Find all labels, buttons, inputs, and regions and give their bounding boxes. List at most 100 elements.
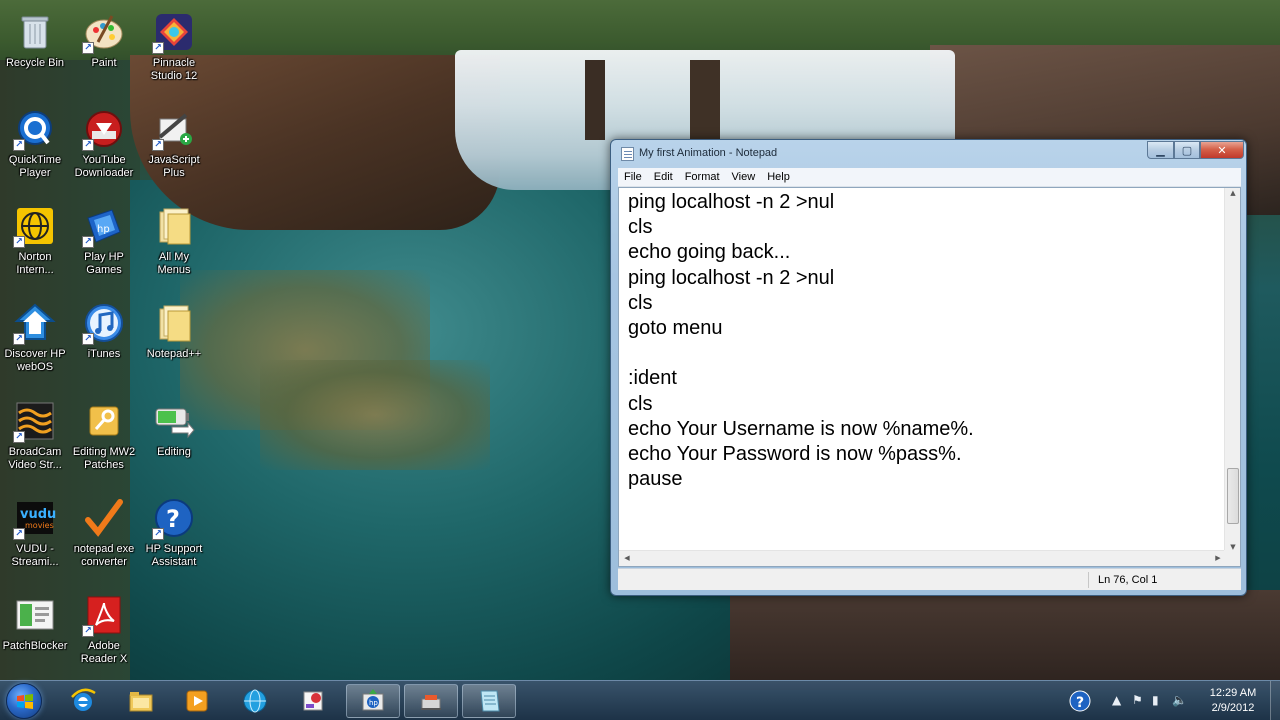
taskbar-hp-app[interactable]: hp xyxy=(346,684,400,718)
desktop-icon-paint[interactable]: ↗ Paint xyxy=(64,4,144,94)
minimize-button[interactable]: ▁ xyxy=(1147,141,1174,159)
internet-explorer-icon xyxy=(71,688,96,711)
taskbar: hp ? ▲ ⚑ ▮ 🔈 12:29 AM 2/9/2012 xyxy=(0,680,1280,720)
taskbar-windows-explorer[interactable] xyxy=(114,684,168,718)
desktop-icon-label: YouTube Downloader xyxy=(74,154,134,179)
notepad-window[interactable]: My first Animation - Notepad ▁ ▢ ✕ File … xyxy=(610,139,1247,596)
clock-time: 12:29 AM xyxy=(1209,687,1257,699)
minimize-icon: ▁ xyxy=(1156,143,1165,157)
desktop-icon-notepad-exe-converter[interactable]: notepad exe converter xyxy=(64,490,144,580)
svg-text:vudu: vudu xyxy=(20,507,56,522)
desktop-icon-label: HP Support Assistant xyxy=(145,543,203,568)
desktop-icon-javascript-plus[interactable]: ↗ JavaScript Plus xyxy=(134,101,214,191)
desktop-icon-label: iTunes xyxy=(87,348,121,360)
folder-icon xyxy=(152,301,196,345)
hp-icon: hp xyxy=(362,689,384,711)
desktop-icon-editing[interactable]: Editing xyxy=(134,393,214,483)
menu-bar: File Edit Format View Help xyxy=(618,168,1241,187)
itunes-icon: ↗ xyxy=(82,301,126,345)
recycle-bin-icon xyxy=(13,10,57,54)
desktop-icon-label: Play HP Games xyxy=(84,251,124,276)
desktop-icon-label: Notepad++ xyxy=(146,348,202,360)
editor-text[interactable]: ping localhost -n 2 >nul cls echo going … xyxy=(619,188,1226,552)
desktop-icon-pinnacle-studio[interactable]: ↗ Pinnacle Studio 12 xyxy=(134,4,214,94)
show-hidden-icons-icon[interactable]: ▲ xyxy=(1112,693,1121,707)
tools-icon xyxy=(421,695,441,710)
svg-text:hp: hp xyxy=(369,699,378,707)
taskbar-globe-app[interactable] xyxy=(228,684,282,718)
desktop-icon-label: Editing xyxy=(157,446,191,458)
desktop-icon-play-hp-games[interactable]: hp ↗ Play HP Games xyxy=(64,198,144,288)
maximize-icon: ▢ xyxy=(1181,143,1193,157)
desktop-icon-hp-support-assistant[interactable]: ? ↗ HP Support Assistant xyxy=(134,490,214,580)
key-icon xyxy=(82,399,126,443)
hp-webos-icon: ↗ xyxy=(13,301,57,345)
cursor-position: Ln 76, Col 1 xyxy=(1098,574,1158,586)
status-bar: Ln 76, Col 1 xyxy=(618,568,1241,590)
desktop-icon-adobe-reader[interactable]: ↗ Adobe Reader X xyxy=(64,587,144,677)
battery-icon xyxy=(152,399,196,443)
close-icon: ✕ xyxy=(1217,143,1227,157)
desktop-icon-label: Adobe Reader X xyxy=(80,640,128,665)
desktop-icon-label: notepad exe converter xyxy=(73,543,135,568)
checkmark-icon xyxy=(82,496,126,540)
help-icon: ? ↗ xyxy=(152,496,196,540)
horizontal-scrollbar[interactable]: ◀ ▶ xyxy=(619,550,1226,566)
desktop-icon-youtube-downloader[interactable]: ↗ YouTube Downloader xyxy=(64,101,144,191)
desktop-icon-notepad-plus-plus[interactable]: Notepad++ xyxy=(134,295,214,385)
menu-format[interactable]: Format xyxy=(679,171,726,183)
paint-icon: ↗ xyxy=(82,10,126,54)
help-icon[interactable]: ? xyxy=(1068,688,1094,714)
paint-icon xyxy=(303,691,323,711)
desktop-icon-itunes[interactable]: ↗ iTunes xyxy=(64,295,144,385)
start-button[interactable] xyxy=(6,683,42,719)
svg-text:movies: movies xyxy=(25,521,54,530)
desktop-icon-editing-mw2-patches[interactable]: Editing MW2 Patches xyxy=(64,393,144,483)
javascript-plus-icon: ↗ xyxy=(152,107,196,151)
close-button[interactable]: ✕ xyxy=(1200,141,1244,159)
volume-icon[interactable]: 🔈 xyxy=(1172,693,1187,707)
youtube-downloader-icon: ↗ xyxy=(82,107,126,151)
taskbar-media-player[interactable] xyxy=(170,684,224,718)
menu-help[interactable]: Help xyxy=(761,171,796,183)
menu-edit[interactable]: Edit xyxy=(648,171,679,183)
action-center-icon[interactable]: ⚑ xyxy=(1132,693,1143,707)
media-player-icon xyxy=(186,690,208,712)
window-title: My first Animation - Notepad xyxy=(639,147,778,159)
adobe-reader-icon: ↗ xyxy=(82,593,126,637)
svg-text:?: ? xyxy=(1076,695,1084,711)
taskbar-tools-app[interactable] xyxy=(404,684,458,718)
text-editor-area[interactable]: ping localhost -n 2 >nul cls echo going … xyxy=(618,187,1241,567)
globe-icon xyxy=(243,689,267,713)
pinnacle-studio-icon: ↗ xyxy=(152,10,196,54)
folder-icon xyxy=(129,692,153,712)
notepad-titlebar[interactable]: My first Animation - Notepad ▁ ▢ ✕ xyxy=(611,140,1246,168)
scrollbar-corner xyxy=(1224,550,1240,566)
maximize-button[interactable]: ▢ xyxy=(1174,141,1200,159)
clock-date: 2/9/2012 xyxy=(1211,702,1255,714)
desktop-icon-label: JavaScript Plus xyxy=(148,154,200,179)
desktop-icon-all-my-menus[interactable]: All My Menus xyxy=(134,198,214,288)
vertical-scroll-thumb[interactable] xyxy=(1227,468,1239,524)
notepad-icon xyxy=(480,690,500,712)
broadcam-icon: ↗ xyxy=(13,399,57,443)
notepad-icon[interactable] xyxy=(621,147,634,161)
status-separator xyxy=(1088,572,1089,588)
show-desktop-button[interactable] xyxy=(1270,681,1280,720)
menu-file[interactable]: File xyxy=(618,171,648,183)
folder-icon xyxy=(152,204,196,248)
menu-view[interactable]: View xyxy=(726,171,762,183)
vertical-scrollbar[interactable]: ▲ ▼ xyxy=(1224,188,1240,552)
norton-icon: ↗ xyxy=(13,204,57,248)
taskbar-internet-explorer[interactable] xyxy=(56,684,110,718)
taskbar-paint-app[interactable] xyxy=(286,684,340,718)
system-clock[interactable]: 12:29 AM 2/9/2012 xyxy=(1198,686,1268,716)
patchblocker-icon xyxy=(13,593,57,637)
quicktime-icon: ↗ xyxy=(13,107,57,151)
network-icon[interactable]: ▮ xyxy=(1152,693,1159,707)
scroll-up-icon[interactable]: ▲ xyxy=(1225,189,1240,197)
svg-text:hp: hp xyxy=(97,224,110,235)
desktop-icon-label: Pinnacle Studio 12 xyxy=(150,57,198,82)
taskbar-notepad-app[interactable] xyxy=(462,684,516,718)
scroll-left-icon[interactable]: ◀ xyxy=(619,554,635,562)
